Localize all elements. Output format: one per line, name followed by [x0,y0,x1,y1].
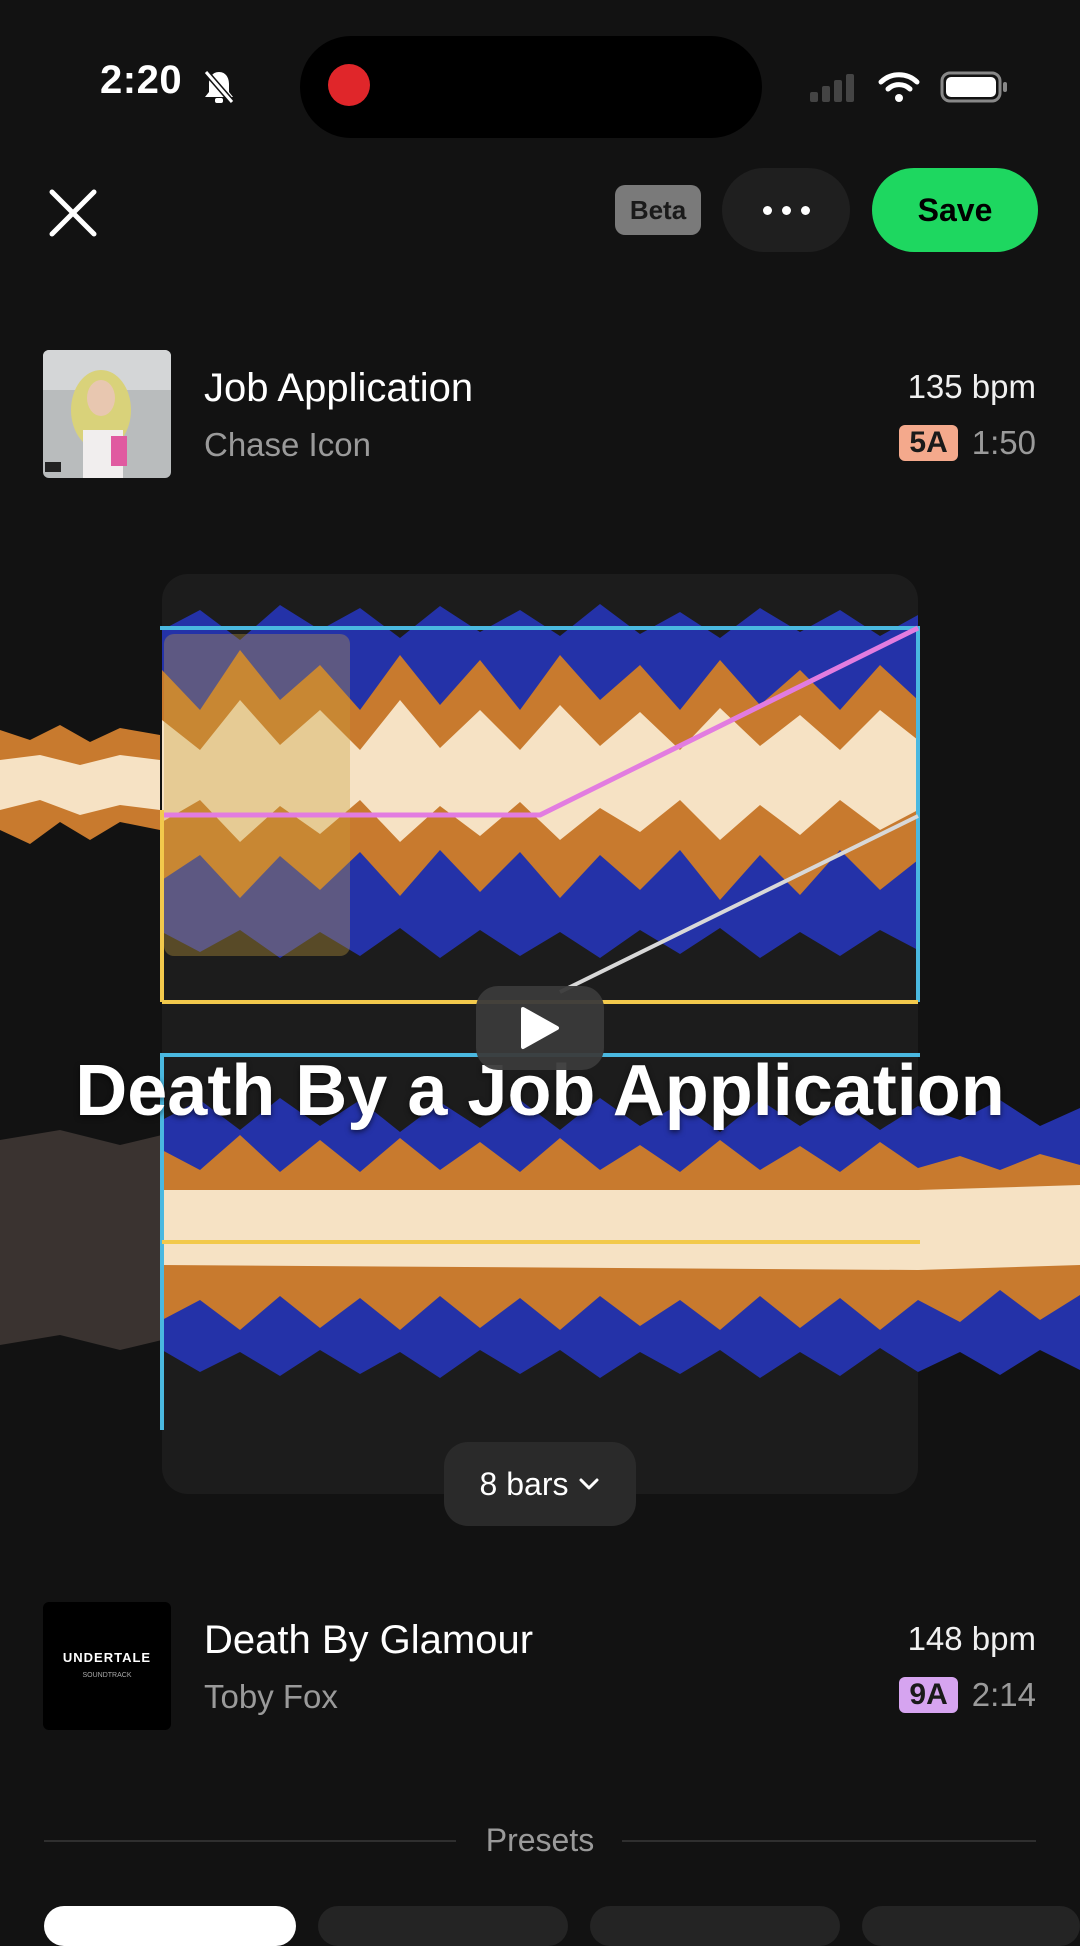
play-icon [521,1007,559,1049]
close-button[interactable] [40,180,106,246]
silent-mode-icon [202,68,236,111]
wifi-icon [878,72,920,102]
status-time: 2:20 [100,58,183,102]
track-a-key-badge: 5A [899,425,958,461]
track-b-key-duration: 9A 2:14 [899,1676,1036,1714]
track-b-album-art: UNDERTALE SOUNDTRACK [43,1602,171,1730]
track-a-key-duration: 5A 1:50 [899,424,1036,462]
status-indicators [808,70,1010,104]
cellular-signal-icon [810,74,854,102]
more-dot [800,205,810,215]
close-icon [49,189,97,237]
track-a-duration: 1:50 [971,424,1036,461]
bars-length-dropdown[interactable]: 8 bars [444,1442,636,1526]
preset-chip[interactable] [44,1906,296,1946]
more-dot [762,205,772,215]
preset-chip[interactable] [590,1906,840,1946]
track-a-bpm: 135 bpm [907,368,1036,405]
preset-chip[interactable] [318,1906,568,1946]
more-options-button[interactable] [722,168,850,252]
save-button[interactable]: Save [872,168,1038,252]
preset-chip[interactable] [862,1906,1080,1946]
recording-indicator-icon [328,64,370,106]
beta-badge: Beta [615,185,701,235]
track-b-art-subtitle: SOUNDTRACK [82,1672,132,1679]
battery-icon [940,71,1007,103]
chevron-down-icon [579,1478,599,1490]
track-a-album-art [43,350,171,478]
bars-length-label: 8 bars [479,1465,569,1502]
presets-label: Presets [485,1822,595,1858]
track-b-title: Death By Glamour [204,1618,534,1662]
track-a-waveform [0,604,918,958]
track-b-art-title: UNDERTALE [62,1650,152,1665]
track-b-artist: Toby Fox [204,1678,338,1715]
track-a-artist: Chase Icon [204,426,371,463]
track-b-duration: 2:14 [971,1676,1036,1713]
track-b-bpm: 148 bpm [907,1620,1036,1657]
more-dot [781,205,791,215]
play-button[interactable] [476,986,604,1070]
track-b-key-badge: 9A [899,1677,958,1713]
track-a-title: Job Application [204,366,474,410]
